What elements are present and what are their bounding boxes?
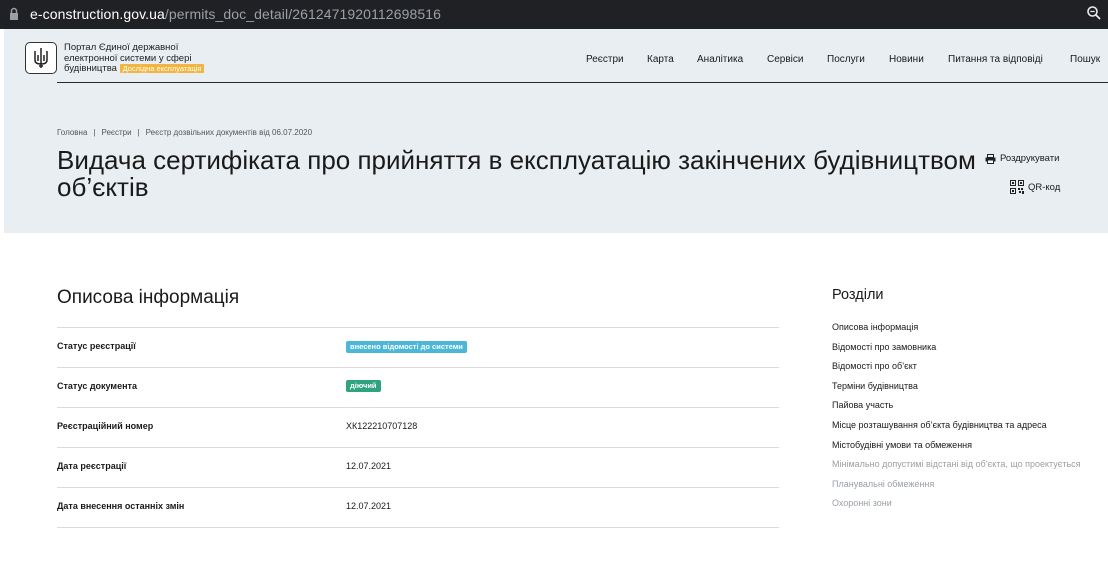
sidebar-item-planning-restrictions[interactable]: Планувальні обмеження: [832, 478, 1082, 490]
row-value: 12.07.2021: [346, 461, 392, 471]
sidebar-item-location-address[interactable]: Місце розташування об’єкта будівництва т…: [832, 419, 1082, 431]
table-row: [57, 527, 779, 567]
sidebar-item-descriptive-info[interactable]: Описова інформація: [832, 321, 1082, 333]
status-badge: діючий: [346, 380, 381, 392]
sidebar-item-equity-participation[interactable]: Пайова участь: [832, 399, 1082, 411]
nav-e-services[interactable]: Послуги: [827, 54, 865, 65]
header-divider: [57, 82, 1108, 83]
nav-map[interactable]: Карта: [647, 54, 674, 65]
table-row: Статус реєстрації внесено відомості до с…: [57, 327, 779, 367]
sidebar-item-object[interactable]: Відомості про об’єкт: [832, 360, 1082, 372]
row-label: Статус реєстрації: [57, 341, 136, 351]
table-row: Дата внесення останніх змін 12.07.2021: [57, 487, 779, 527]
breadcrumb: Головна | Реєстри | Реєстр дозвільних докуме…: [57, 128, 312, 137]
nav-news[interactable]: Новини: [889, 54, 924, 65]
row-label: Дата внесення останніх змін: [57, 501, 185, 511]
sidebar-item-customer[interactable]: Відомості про замовника: [832, 341, 1082, 353]
sidebar-item-protection-zones[interactable]: Охоронні зони: [832, 497, 1082, 509]
page-title: Видача сертифіката про прийняття в експл…: [57, 145, 976, 202]
sidebar-sections: Описова інформація Відомості про замовни…: [832, 321, 1082, 517]
sidebar-item-minimum-distances[interactable]: Мінімально допустимі відстані від об’єкт…: [832, 458, 1082, 470]
beta-badge: Дослідна експлуатація: [119, 64, 205, 73]
print-button[interactable]: Роздрукувати: [985, 153, 1059, 164]
qr-code-label: QR-код: [1028, 181, 1061, 193]
breadcrumb-separator: |: [137, 128, 140, 137]
row-value: внесено відомості до системи: [346, 341, 467, 353]
print-label: Роздрукувати: [1000, 153, 1060, 164]
breadcrumb-registries[interactable]: Реєстри: [101, 128, 131, 137]
qr-code-button[interactable]: QR-код: [1010, 180, 1060, 194]
sidebar-item-construction-terms[interactable]: Терміни будівництва: [832, 380, 1082, 392]
nav-search[interactable]: Пошук: [1070, 54, 1100, 65]
lock-icon: [10, 7, 18, 20]
row-value: ХК122210707128: [346, 421, 418, 431]
row-value: 12.07.2021: [346, 501, 392, 511]
status-badge: внесено відомості до системи: [346, 341, 467, 353]
nav-registries[interactable]: Реєстри: [586, 54, 624, 65]
qr-code-icon: [1010, 180, 1024, 194]
zoom-icon[interactable]: [1086, 5, 1102, 21]
table-row: Статус документа діючий: [57, 367, 779, 407]
nav-analytics[interactable]: Аналітика: [697, 54, 743, 65]
breadcrumb-current[interactable]: Реєстр дозвільних документів від 06.07.2…: [146, 128, 312, 137]
url-text[interactable]: e-construction.gov.ua/permits_doc_detail…: [30, 6, 441, 22]
url-path: /permits_doc_detail/2612471920112698516: [164, 6, 442, 22]
info-table: Статус реєстрації внесено відомості до с…: [57, 327, 779, 567]
printer-icon: [985, 153, 996, 164]
sidebar-title: Розділи: [832, 287, 884, 303]
row-label: Статус документа: [57, 381, 137, 391]
nav-faq[interactable]: Питання та відповіді: [948, 54, 1043, 65]
portal-name[interactable]: Портал Єдиної державної електронної сист…: [64, 42, 234, 75]
browser-address-bar[interactable]: e-construction.gov.ua/permits_doc_detail…: [0, 0, 1108, 29]
nav-services[interactable]: Сервіси: [767, 54, 803, 65]
section-title: Описова інформація: [57, 287, 240, 308]
row-value: діючий: [346, 380, 381, 392]
sidebar-item-urban-conditions[interactable]: Містобудівні умови та обмеження: [832, 439, 1082, 451]
url-host: e-construction.gov.ua: [30, 6, 165, 22]
row-label: Дата реєстрації: [57, 461, 127, 471]
table-row: Дата реєстрації 12.07.2021: [57, 447, 779, 487]
trident-logo[interactable]: [25, 42, 57, 74]
breadcrumb-home[interactable]: Головна: [57, 128, 87, 137]
table-row: Реєстраційний номер ХК122210707128: [57, 407, 779, 447]
breadcrumb-separator: |: [93, 128, 96, 137]
trident-icon: [34, 48, 48, 68]
row-label: Реєстраційний номер: [57, 421, 154, 431]
